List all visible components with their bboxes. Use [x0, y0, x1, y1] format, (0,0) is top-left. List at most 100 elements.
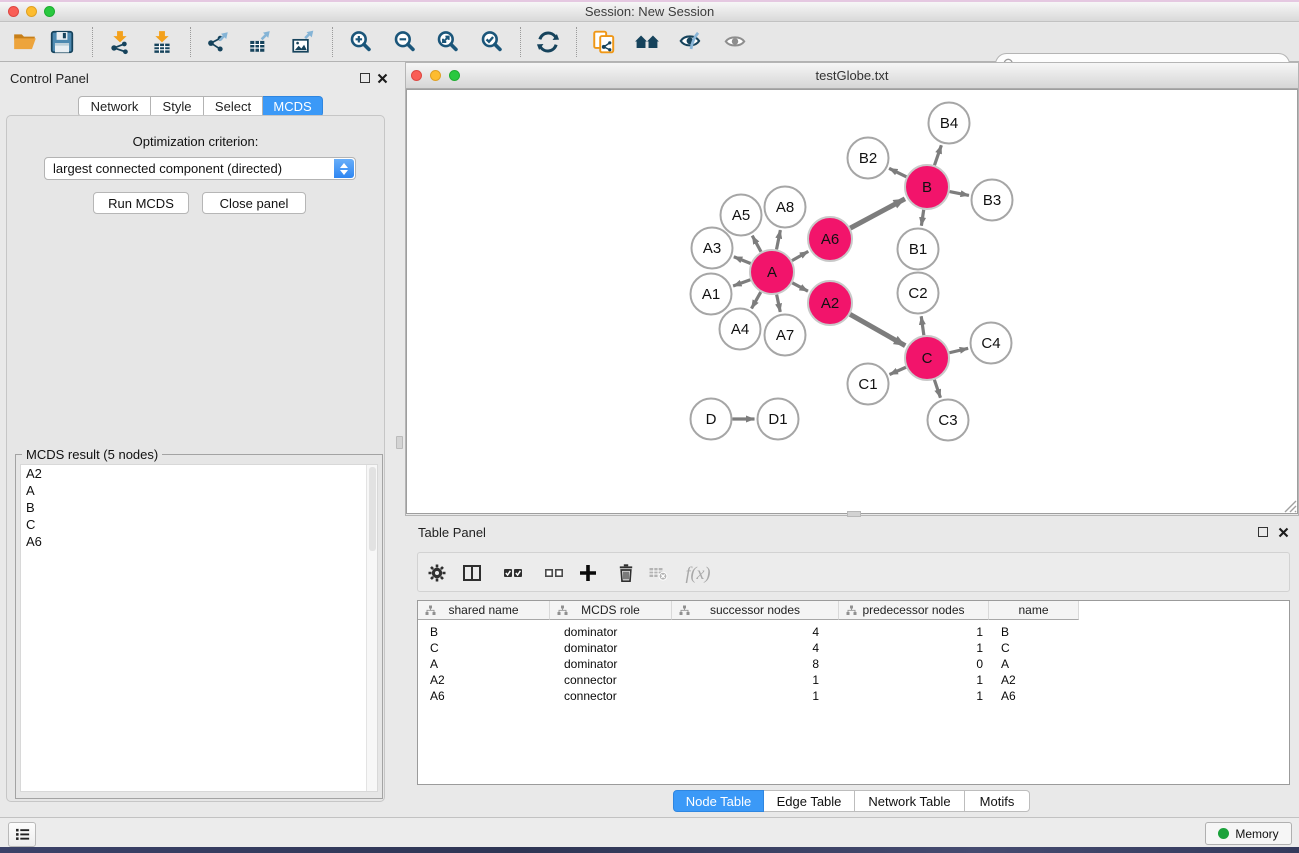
- resize-grip-icon[interactable]: [1281, 497, 1297, 513]
- zoom-selected-button[interactable]: [475, 26, 509, 58]
- result-node-item[interactable]: B: [21, 499, 377, 516]
- result-scrollbar-thumb[interactable]: [369, 467, 376, 551]
- graph-edge-C-C3[interactable]: [934, 380, 940, 398]
- export-image-button[interactable]: [286, 26, 320, 58]
- graph-node-A1[interactable]: A1: [691, 274, 732, 315]
- tab-node-table[interactable]: Node Table: [673, 790, 764, 812]
- function-builder-button[interactable]: f(x): [680, 560, 716, 586]
- deselect-all-button[interactable]: [540, 560, 568, 586]
- graph-node-C4[interactable]: C4: [971, 323, 1012, 364]
- result-node-item[interactable]: A: [21, 482, 377, 499]
- close-panel-button[interactable]: Close panel: [202, 192, 306, 214]
- graph-edge-A-A7[interactable]: [777, 295, 781, 312]
- graph-edge-C-C1[interactable]: [890, 367, 906, 374]
- node-table[interactable]: shared nameMCDS rolesuccessor nodesprede…: [417, 600, 1290, 785]
- table-row[interactable]: Cdominator41C: [418, 640, 1079, 656]
- tab-motifs[interactable]: Motifs: [965, 790, 1030, 812]
- mcds-result-list[interactable]: A2ABCA6: [20, 464, 378, 792]
- table-row[interactable]: A6connector11A6: [418, 688, 1079, 704]
- close-panel-icon[interactable]: [377, 73, 388, 84]
- tab-network[interactable]: Network: [78, 96, 151, 117]
- graph-edge-A6-B[interactable]: [850, 199, 905, 228]
- open-session-button[interactable]: [8, 26, 42, 58]
- graph-node-D[interactable]: D: [691, 399, 732, 440]
- graph-node-C[interactable]: C: [905, 336, 949, 380]
- graph-node-B2[interactable]: B2: [848, 138, 889, 179]
- close-window-button[interactable]: [8, 6, 19, 17]
- column-header-shared-name[interactable]: shared name: [418, 601, 550, 620]
- refresh-view-button[interactable]: [531, 26, 565, 58]
- zoom-in-button[interactable]: [344, 26, 378, 58]
- tab-mcds[interactable]: MCDS: [263, 96, 323, 117]
- network-canvas[interactable]: B4B2BB3A8A5A6A3B1AC2A1A2A4A7C4CC1C3DD1: [406, 89, 1298, 514]
- tab-network-table[interactable]: Network Table: [855, 790, 965, 812]
- graph-node-A3[interactable]: A3: [692, 228, 733, 269]
- graph-edge-A-A4[interactable]: [752, 292, 761, 308]
- float-table-panel-icon[interactable]: [1258, 527, 1268, 537]
- graph-node-B4[interactable]: B4: [929, 103, 970, 144]
- result-node-item[interactable]: A6: [21, 533, 377, 550]
- export-network-button[interactable]: [201, 26, 235, 58]
- show-all-button[interactable]: [718, 26, 752, 58]
- graph-edge-B-B4[interactable]: [934, 145, 941, 165]
- import-network-button[interactable]: [103, 26, 137, 58]
- import-table-button[interactable]: [145, 26, 179, 58]
- float-panel-icon[interactable]: [360, 73, 370, 83]
- graph-edge-B-B2[interactable]: [889, 168, 906, 176]
- graph-edge-A-A2[interactable]: [792, 283, 808, 291]
- graph-node-A4[interactable]: A4: [720, 309, 761, 350]
- memory-button[interactable]: Memory: [1205, 822, 1292, 845]
- table-settings-button[interactable]: [423, 560, 451, 586]
- result-scrollbar[interactable]: [366, 465, 377, 791]
- tab-style[interactable]: Style: [151, 96, 204, 117]
- hide-selected-button[interactable]: [674, 26, 708, 58]
- graph-node-C2[interactable]: C2: [898, 273, 939, 314]
- graph-edge-A2-C[interactable]: [850, 314, 905, 345]
- network-graph[interactable]: B4B2BB3A8A5A6A3B1AC2A1A2A4A7C4CC1C3DD1: [407, 90, 1297, 513]
- column-header-name[interactable]: name: [989, 601, 1079, 620]
- zoom-out-button[interactable]: [388, 26, 422, 58]
- graph-edge-B-B3[interactable]: [950, 192, 969, 196]
- delete-columns-button[interactable]: [612, 560, 640, 586]
- network-minimize-button[interactable]: [430, 70, 441, 81]
- delete-table-button[interactable]: [644, 560, 672, 586]
- graph-edge-B-B1[interactable]: [921, 210, 923, 226]
- graph-edge-A-A3[interactable]: [734, 257, 751, 264]
- column-header-MCDS-role[interactable]: MCDS role: [550, 601, 672, 620]
- graph-node-A8[interactable]: A8: [765, 187, 806, 228]
- graph-edge-C-C2[interactable]: [921, 316, 924, 335]
- result-node-item[interactable]: C: [21, 516, 377, 533]
- graph-node-A2[interactable]: A2: [808, 281, 852, 325]
- graph-node-A7[interactable]: A7: [765, 315, 806, 356]
- close-table-panel-icon[interactable]: [1278, 527, 1289, 538]
- graph-edge-C-C4[interactable]: [949, 348, 968, 352]
- graph-node-A6[interactable]: A6: [808, 217, 852, 261]
- graph-node-B3[interactable]: B3: [972, 180, 1013, 221]
- select-all-button[interactable]: [499, 560, 527, 586]
- table-row[interactable]: Bdominator41B: [418, 624, 1079, 640]
- criterion-select[interactable]: largest connected component (directed): [44, 157, 356, 180]
- minimize-window-button[interactable]: [26, 6, 37, 17]
- task-history-button[interactable]: [8, 822, 36, 847]
- graph-node-B1[interactable]: B1: [898, 229, 939, 270]
- graph-edge-A-A1[interactable]: [733, 280, 750, 286]
- table-row[interactable]: Adominator80A: [418, 656, 1079, 672]
- graph-edge-A-A5[interactable]: [752, 236, 761, 252]
- manage-columns-button[interactable]: [458, 560, 486, 586]
- network-window-titlebar[interactable]: testGlobe.txt: [406, 63, 1298, 89]
- graph-node-C3[interactable]: C3: [928, 400, 969, 441]
- duplicate-network-button[interactable]: [587, 26, 621, 58]
- graph-edge-A-A8[interactable]: [777, 230, 781, 249]
- graph-node-C1[interactable]: C1: [848, 364, 889, 405]
- zoom-fit-button[interactable]: [431, 26, 465, 58]
- graph-node-D1[interactable]: D1: [758, 399, 799, 440]
- result-node-item[interactable]: A2: [21, 465, 377, 482]
- first-neighbors-button[interactable]: [630, 26, 664, 58]
- graph-node-B[interactable]: B: [905, 165, 949, 209]
- tab-select[interactable]: Select: [204, 96, 263, 117]
- run-mcds-button[interactable]: Run MCDS: [93, 192, 189, 214]
- graph-node-A5[interactable]: A5: [721, 195, 762, 236]
- table-row[interactable]: A2connector11A2: [418, 672, 1079, 688]
- save-session-button[interactable]: [45, 26, 79, 58]
- tab-edge-table[interactable]: Edge Table: [764, 790, 855, 812]
